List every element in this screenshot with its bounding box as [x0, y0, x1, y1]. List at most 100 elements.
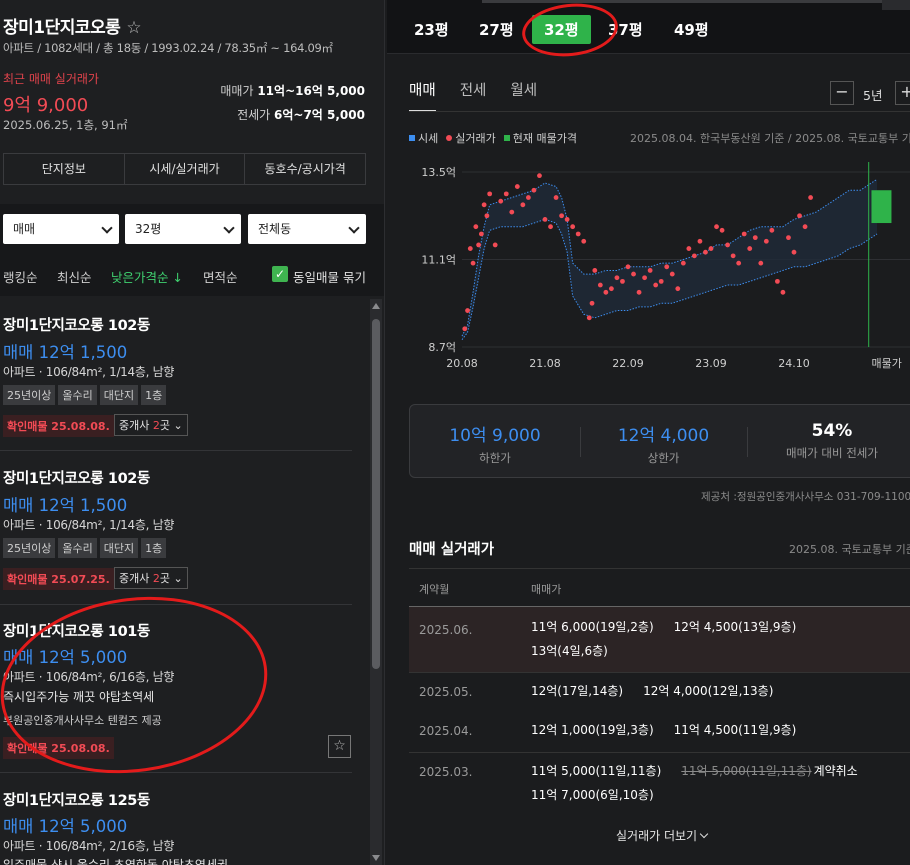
legend-swatch: [503, 135, 510, 141]
top-divider: [482, 0, 882, 3]
tag: 올수리: [58, 385, 97, 405]
group-same-checkbox[interactable]: ✓: [272, 266, 288, 282]
scrollbar-thumb[interactable]: [372, 319, 380, 669]
deal-point: [575, 231, 581, 237]
deal-point: [780, 289, 786, 295]
deal-point: [747, 246, 753, 251]
deal-point: [620, 278, 625, 284]
tab-jeonse[interactable]: 전세: [460, 79, 487, 112]
legend-label: 현재 매물가격: [512, 132, 577, 145]
deal-month: 2025.05.: [419, 685, 473, 699]
listing-item[interactable]: 장미1단지코오롱 102동 매매 12억 1,500 아파트 · 106/84m…: [0, 299, 352, 451]
deal-point: [636, 289, 642, 295]
x-tick-label: 22.09: [612, 357, 644, 370]
deal-point: [589, 300, 595, 306]
col-price: 매매가: [531, 583, 562, 596]
agent-label: 중개사: [119, 572, 153, 585]
deal-point: [531, 187, 537, 193]
tab-unit-public-price[interactable]: 동호수/공시가격: [245, 154, 365, 184]
deal-point: [586, 315, 592, 321]
deal-point: [725, 242, 730, 248]
deal-point: [559, 213, 564, 219]
period-label[interactable]: 5년: [863, 85, 882, 104]
listing-title: 장미1단지코오롱 102동: [3, 318, 150, 334]
deal-point: [653, 282, 659, 288]
listing-item[interactable]: 장미1단지코오롱 125동 매매 12억 5,000 아파트 · 106/84m…: [0, 774, 352, 865]
tab-complex-info[interactable]: 단지정보: [4, 154, 125, 184]
agent-count-button[interactable]: 중개사 2곳 ⌄: [114, 414, 188, 436]
jeonse-range-label: 전세가: [237, 108, 271, 122]
deal-point: [697, 238, 703, 244]
deal-point: [473, 224, 479, 230]
y-tick-label: 13.5억: [421, 166, 456, 179]
deal-list: 11억 6,000(19일,2층) 12억 4,500(13일,9층) 13억(4…: [531, 615, 910, 663]
confirm-badge: 확인매물 25.07.25.: [3, 568, 114, 590]
deal-point: [741, 231, 747, 237]
deal-item: 12억 4,500(13일,9층): [673, 620, 797, 634]
deal-item: 11억 6,000(19일,2층): [531, 620, 654, 634]
listing-item[interactable]: 장미1단지코오롱 102동 매매 12억 1,500 아파트 · 106/84m…: [0, 452, 352, 605]
tab-monthly[interactable]: 월세: [510, 79, 537, 112]
sort-area[interactable]: 면적순: [203, 267, 238, 286]
size-tab-49[interactable]: 49평: [674, 19, 709, 40]
y-tick-label: 8.7억: [428, 341, 456, 354]
corner-button[interactable]: [882, 0, 910, 10]
deal-point: [514, 184, 520, 189]
deal-item: 12억 4,000(12일,13층): [643, 684, 774, 698]
summary-ratio-label: 매매가 대비 전세가: [786, 446, 878, 460]
deal-point: [592, 268, 598, 273]
tag: 올수리: [58, 538, 97, 558]
tag: 1층: [141, 385, 167, 405]
trade-type-select[interactable]: 매매: [3, 214, 119, 244]
listing-scrollbar[interactable]: [370, 299, 382, 865]
deal-month: 2025.04.: [419, 724, 473, 738]
table-row: 2025.03. 11억 5,000(11일,11층) 11억 5,000(11일…: [409, 752, 910, 812]
x-tick-label: 매물가: [871, 357, 901, 370]
deal-point: [703, 249, 708, 255]
tab-price-history[interactable]: 시세/실거래가: [125, 154, 246, 184]
confirm-badge: 확인매물 25.08.08.: [3, 415, 114, 437]
size-select[interactable]: 32평: [125, 214, 241, 244]
favorite-star-icon[interactable]: ☆: [126, 18, 141, 38]
deal-point: [797, 213, 802, 219]
price-chart[interactable]: 13.5억 11.1억 8.7억 20.08 21.08 22.09 23.09 24.10 매…: [387, 150, 910, 380]
sort-low-price[interactable]: 낮은가격순 ↓: [111, 267, 183, 286]
deal-item: 12억 1,000(19일,3층): [531, 723, 654, 737]
deal-point: [603, 289, 609, 295]
sale-range-value: 11억~16억 5,000: [257, 84, 365, 98]
deal-point: [686, 246, 692, 251]
deal-point: [763, 238, 769, 244]
deal-point: [708, 246, 714, 251]
x-tick-label: 20.08: [446, 357, 478, 370]
zoom-out-button[interactable]: −: [830, 81, 854, 105]
scroll-down-icon[interactable]: [372, 855, 380, 861]
zoom-in-button[interactable]: +: [895, 81, 910, 105]
provider-note: 제공처 :정원공인중개사사무소 031-709-1100: [701, 491, 910, 503]
scroll-up-icon[interactable]: [372, 303, 380, 309]
agent-suffix: 곳 ⌄: [159, 419, 183, 432]
size-tab-23[interactable]: 23평: [414, 19, 449, 40]
size-value: 32평: [135, 222, 162, 236]
favorite-star-icon[interactable]: ☆: [328, 735, 351, 758]
tab-sale[interactable]: 매매: [409, 79, 436, 112]
deal-point: [542, 216, 548, 222]
deal-point: [614, 275, 620, 281]
agent-count: 2: [152, 419, 160, 432]
sort-ranking[interactable]: 랭킹순: [3, 267, 38, 286]
deal-item: 11억 7,000(6일,10층): [531, 788, 654, 802]
listing-tags: 25년이상 올수리 대단지 1층: [3, 538, 167, 558]
deals-source: 2025.08. 국토교통부 기준: [789, 543, 910, 556]
dong-select[interactable]: 전체동: [248, 214, 366, 244]
deal-point: [465, 308, 470, 313]
more-deals-button[interactable]: 실거래가 더보기: [616, 827, 709, 844]
deal-point: [802, 224, 808, 230]
dong-value: 전체동: [258, 222, 292, 236]
tag: 25년이상: [3, 385, 56, 405]
summary-ratio: 54% 매매가 대비 전세가: [747, 405, 910, 477]
sort-latest[interactable]: 최신순: [57, 267, 92, 286]
deal-point: [791, 249, 797, 255]
agent-count-button[interactable]: 중개사 2곳 ⌄: [114, 567, 188, 589]
size-tab-27[interactable]: 27평: [479, 19, 514, 40]
deal-point: [609, 286, 614, 292]
sale-range-label: 매매가: [220, 84, 254, 98]
